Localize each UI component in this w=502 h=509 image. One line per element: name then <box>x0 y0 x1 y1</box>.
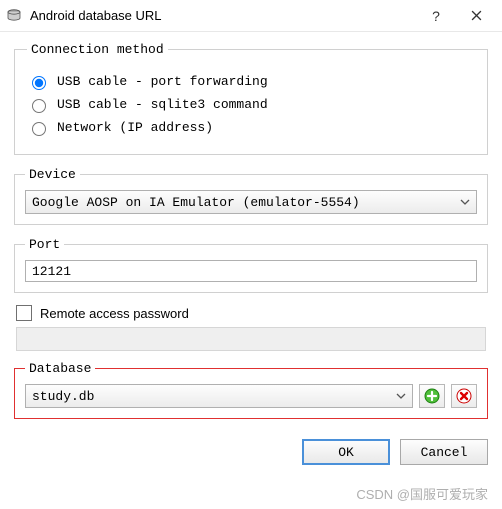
device-dropdown-value: Google AOSP on IA Emulator (emulator-555… <box>32 195 458 210</box>
device-group: Device Google AOSP on IA Emulator (emula… <box>14 167 488 225</box>
help-button[interactable]: ? <box>416 1 456 31</box>
app-icon <box>6 8 22 24</box>
radio-usb-sqlite3-label: USB cable - sqlite3 command <box>57 97 268 112</box>
connection-method-legend: Connection method <box>27 42 168 57</box>
device-dropdown[interactable]: Google AOSP on IA Emulator (emulator-555… <box>25 190 477 214</box>
database-dropdown[interactable]: study.db <box>25 384 413 408</box>
ok-button[interactable]: OK <box>302 439 390 465</box>
radio-network[interactable]: Network (IP address) <box>27 119 475 136</box>
radio-network-label: Network (IP address) <box>57 120 213 135</box>
remote-password-input <box>16 327 486 351</box>
radio-usb-port-forwarding-label: USB cable - port forwarding <box>57 74 268 89</box>
radio-usb-port-forwarding[interactable]: USB cable - port forwarding <box>27 73 475 90</box>
port-input[interactable] <box>25 260 477 282</box>
remove-database-button[interactable] <box>451 384 477 408</box>
chevron-down-icon <box>394 393 408 399</box>
remote-password-row[interactable]: Remote access password <box>16 305 486 321</box>
database-group: Database study.db <box>14 361 488 419</box>
dialog-content: Connection method USB cable - port forwa… <box>0 32 502 419</box>
remote-password-label: Remote access password <box>40 306 189 321</box>
dialog-button-row: OK Cancel <box>0 431 502 475</box>
watermark: CSDN @国服可爱玩家 <box>356 484 488 503</box>
radio-network-input[interactable] <box>32 122 46 136</box>
title-bar: Android database URL ? <box>0 0 502 32</box>
port-legend: Port <box>25 237 64 252</box>
radio-usb-sqlite3-input[interactable] <box>32 99 46 113</box>
database-dropdown-value: study.db <box>32 389 394 404</box>
cancel-button-label: Cancel <box>421 445 468 460</box>
database-legend: Database <box>25 361 95 376</box>
add-database-button[interactable] <box>419 384 445 408</box>
window-title: Android database URL <box>30 8 416 23</box>
cancel-button[interactable]: Cancel <box>400 439 488 465</box>
close-button[interactable] <box>456 1 496 31</box>
device-legend: Device <box>25 167 80 182</box>
port-group: Port <box>14 237 488 293</box>
radio-usb-port-forwarding-input[interactable] <box>32 76 46 90</box>
remote-password-checkbox[interactable] <box>16 305 32 321</box>
connection-method-group: Connection method USB cable - port forwa… <box>14 42 488 155</box>
radio-usb-sqlite3[interactable]: USB cable - sqlite3 command <box>27 96 475 113</box>
ok-button-label: OK <box>338 445 354 460</box>
chevron-down-icon <box>458 199 472 205</box>
